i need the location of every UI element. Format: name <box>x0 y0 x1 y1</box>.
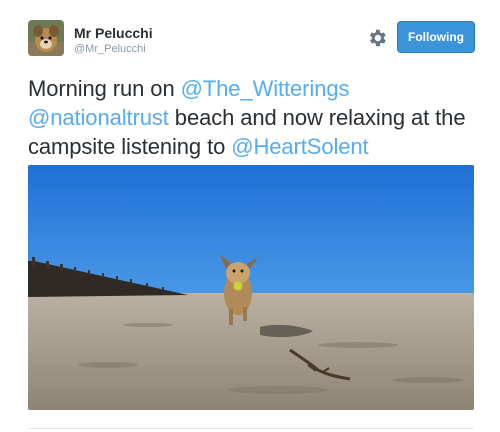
mention-the-witterings[interactable]: @The_Witterings <box>181 76 350 101</box>
following-button[interactable]: Following <box>397 21 475 53</box>
beach-dog-photo <box>28 165 474 410</box>
mention-nationaltrust[interactable]: @nationaltrust <box>28 105 169 130</box>
tweet-text: Morning run on @The_Witterings @national… <box>28 74 478 161</box>
display-name[interactable]: Mr Pelucchi <box>74 25 153 41</box>
user-handle[interactable]: @Mr_Pelucchi <box>74 43 146 55</box>
mention-heartsolent[interactable]: @HeartSolent <box>231 134 368 159</box>
tweet-photo[interactable] <box>28 165 474 410</box>
gear-icon[interactable] <box>366 27 388 49</box>
avatar[interactable] <box>28 20 64 56</box>
tweet-text-segment: Morning run on <box>28 76 181 101</box>
tweet-card: Mr Pelucchi @Mr_Pelucchi Following Morni… <box>0 0 500 432</box>
avatar-image <box>28 20 64 56</box>
divider <box>28 428 474 429</box>
